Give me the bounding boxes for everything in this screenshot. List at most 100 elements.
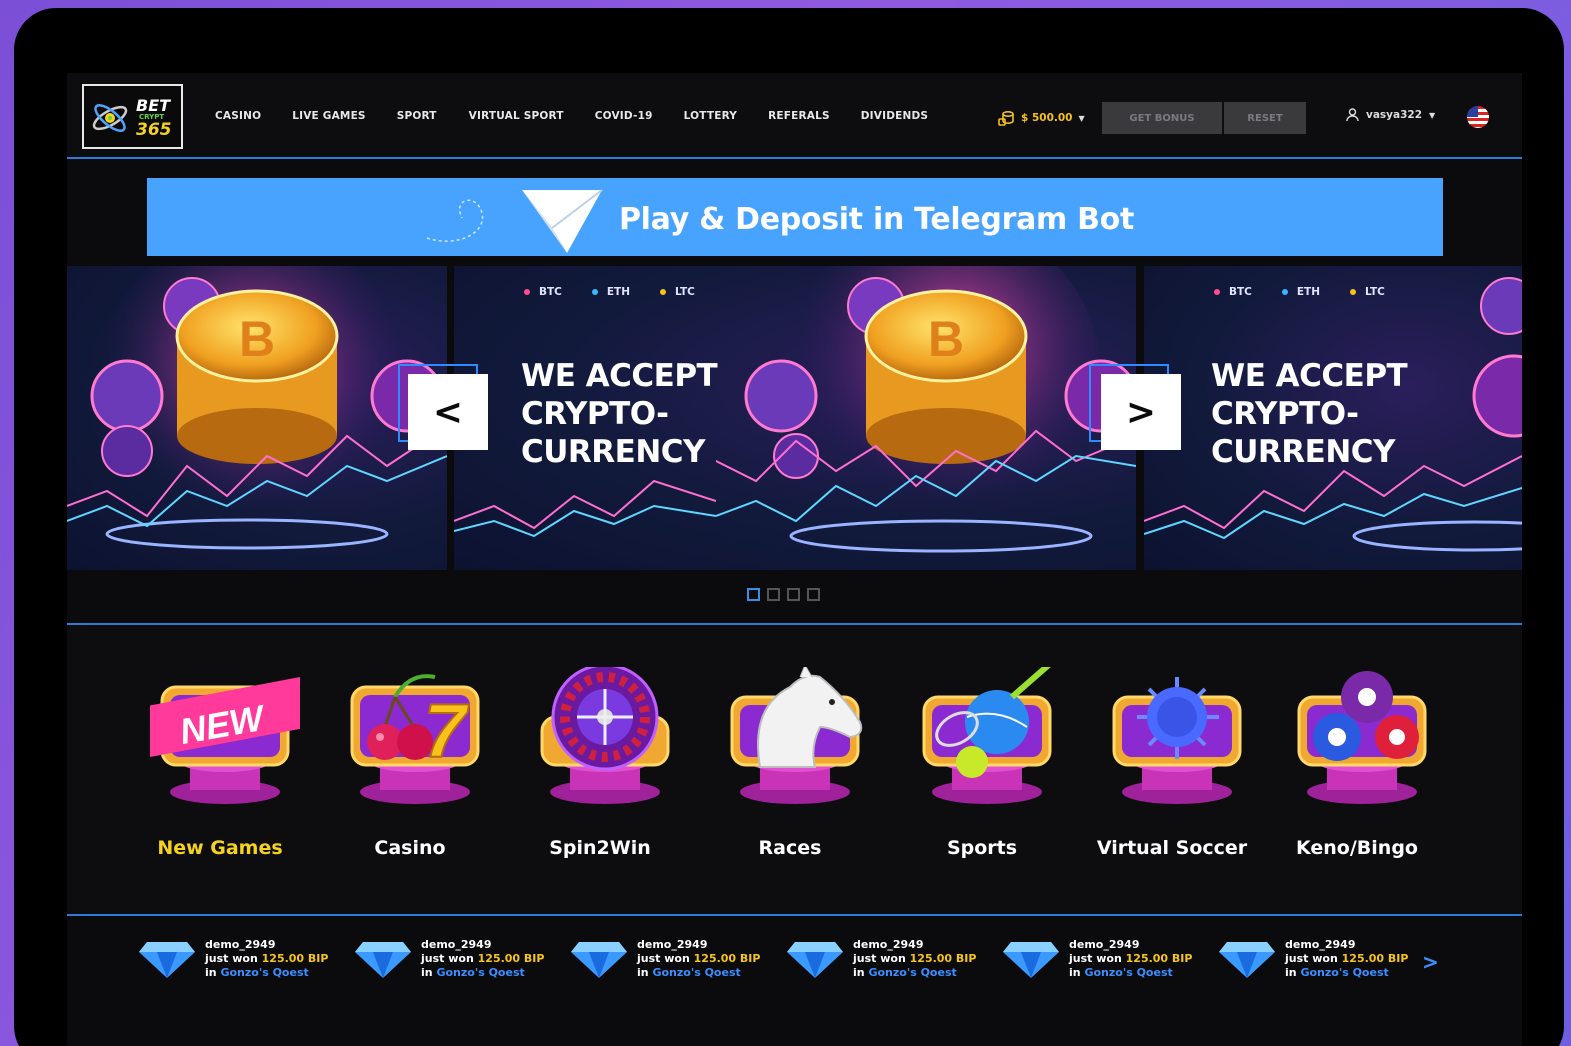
nav-casino[interactable]: CASINO: [215, 110, 261, 122]
billiard-balls-icon: [1297, 671, 1427, 804]
svg-text:7: 7: [424, 689, 470, 774]
category-virtual-soccer[interactable]: Virtual Soccer: [1087, 667, 1257, 887]
winner-item[interactable]: demo_2949 just won 125.00 BIP in Gonzo's…: [1003, 938, 1192, 980]
new-badge-icon: NEW: [150, 677, 300, 804]
carousel-dot-3[interactable]: [787, 588, 800, 601]
category-label: Casino: [374, 837, 446, 859]
telegram-banner[interactable]: Play & Deposit in Telegram Bot: [147, 178, 1443, 256]
user-icon: [1346, 108, 1359, 122]
username: vasya322: [1366, 109, 1423, 121]
winner-text: demo_2949 just won 125.00 BIP in Gonzo's…: [1069, 938, 1192, 980]
winner-in: in: [421, 966, 433, 979]
winner-item[interactable]: demo_2949 just won 125.00 BIP in Gonzo's…: [1219, 938, 1408, 980]
diamond-icon: [1219, 942, 1275, 978]
carousel-slide-next[interactable]: BTC ETH LTC WE ACCEPT CRYPTO- CURRENCY: [1144, 266, 1522, 570]
category-label: Virtual Soccer: [1096, 837, 1248, 859]
winner-item[interactable]: demo_2949 just won 125.00 BIP in Gonzo's…: [355, 938, 544, 980]
user-menu[interactable]: vasya322 ▼: [1346, 108, 1435, 122]
nav-referals[interactable]: REFERALS: [768, 110, 830, 122]
category-keno-bingo[interactable]: Keno/Bingo: [1272, 667, 1442, 887]
winner-text: demo_2949 just won 125.00 BIP in Gonzo's…: [1285, 938, 1408, 980]
ticker-next-button[interactable]: >: [1422, 950, 1439, 974]
winner-text: demo_2949 just won 125.00 BIP in Gonzo's…: [421, 938, 544, 980]
carousel-slide-active[interactable]: BTC ETH LTC WE ACCEPT CRYPTO- CURRENCY B: [454, 266, 1136, 570]
winner-user: demo_2949: [1069, 938, 1140, 951]
carousel-next-button[interactable]: >: [1101, 374, 1181, 450]
category-label: New Games: [157, 837, 283, 859]
roulette-icon: [540, 667, 670, 804]
winner-amount: 125.00 BIP: [693, 952, 761, 965]
winner-in: in: [1285, 966, 1297, 979]
winner-game[interactable]: Gonzo's Qoest: [652, 966, 740, 979]
category-label: Races: [758, 837, 822, 859]
nav-live-games[interactable]: LIVE GAMES: [292, 110, 365, 122]
winner-item[interactable]: demo_2949 just won 125.00 BIP in Gonzo's…: [787, 938, 976, 980]
paper-plane-icon: [426, 189, 603, 253]
promo-carousel: B BTC ETH LTC WE ACCEPT CRYPTO- CURRENCY: [67, 266, 1522, 570]
nav-dividends[interactable]: DIVIDENDS: [861, 110, 928, 122]
winner-text: demo_2949 just won 125.00 BIP in Gonzo's…: [637, 938, 760, 980]
horse-icon: [730, 667, 863, 804]
carousel-dot-4[interactable]: [807, 588, 820, 601]
category-sports[interactable]: Sports: [897, 667, 1067, 887]
winner-prefix: just won: [205, 952, 258, 965]
svg-text:B: B: [239, 311, 275, 367]
winner-user: demo_2949: [205, 938, 276, 951]
device-frame: BET CRYPT 365 CASINO LIVE GAMES SPORT VI…: [14, 8, 1564, 1046]
balance-selector[interactable]: $ 500.00 ▼: [997, 109, 1085, 127]
winner-text: demo_2949 just won 125.00 BIP in Gonzo's…: [205, 938, 328, 980]
carousel-slide-prev[interactable]: B: [67, 266, 447, 570]
chevron-down-icon: ▼: [1429, 110, 1436, 120]
winner-prefix: just won: [1069, 952, 1122, 965]
get-bonus-button[interactable]: GET BONUS: [1102, 102, 1222, 134]
category-spin2win[interactable]: Spin2Win: [515, 667, 685, 887]
winner-amount: 125.00 BIP: [1341, 952, 1409, 965]
winner-text: demo_2949 just won 125.00 BIP in Gonzo's…: [853, 938, 976, 980]
us-flag-icon[interactable]: [1467, 106, 1489, 128]
balance-amount: $ 500.00: [1021, 112, 1073, 124]
winner-user: demo_2949: [637, 938, 708, 951]
main-nav: CASINO LIVE GAMES SPORT VIRTUAL SPORT CO…: [215, 110, 928, 122]
top-header: BET CRYPT 365 CASINO LIVE GAMES SPORT VI…: [67, 73, 1522, 159]
nav-virtual-sport[interactable]: VIRTUAL SPORT: [469, 110, 564, 122]
chart-lines-decoration: [1144, 277, 1522, 552]
carousel-dot-2[interactable]: [767, 588, 780, 601]
winner-game[interactable]: Gonzo's Qoest: [1084, 966, 1172, 979]
category-casino[interactable]: 7 Casino: [325, 667, 495, 887]
winner-prefix: just won: [853, 952, 906, 965]
winner-game[interactable]: Gonzo's Qoest: [868, 966, 956, 979]
carousel-dot-1[interactable]: [747, 588, 760, 601]
winner-in: in: [637, 966, 649, 979]
logo[interactable]: BET CRYPT 365: [82, 84, 183, 149]
category-label: Sports: [946, 837, 1018, 859]
category-label: Keno/Bingo: [1296, 837, 1418, 859]
winner-in: in: [205, 966, 217, 979]
chart-lines-decoration: [454, 479, 716, 538]
reset-button[interactable]: RESET: [1224, 102, 1306, 134]
diamond-icon: [787, 942, 843, 978]
winner-amount: 125.00 BIP: [477, 952, 545, 965]
carousel-pagination: [747, 588, 820, 601]
nav-covid-19[interactable]: COVID-19: [595, 110, 653, 122]
casino-page: BET CRYPT 365 CASINO LIVE GAMES SPORT VI…: [67, 73, 1522, 1046]
winner-prefix: just won: [637, 952, 690, 965]
bitcoin-coin-illustration: B: [716, 266, 1136, 553]
winners-ticker: demo_2949 just won 125.00 BIP in Gonzo's…: [67, 916, 1522, 1046]
winner-item[interactable]: demo_2949 just won 125.00 BIP in Gonzo's…: [571, 938, 760, 980]
winner-game[interactable]: Gonzo's Qoest: [436, 966, 524, 979]
category-new-games[interactable]: NEW New Games: [135, 667, 305, 887]
virus-icon: [1112, 677, 1242, 804]
section-divider: [67, 623, 1522, 625]
nav-lottery[interactable]: LOTTERY: [684, 110, 738, 122]
winner-game[interactable]: Gonzo's Qoest: [220, 966, 308, 979]
winner-user: demo_2949: [853, 938, 924, 951]
winner-game[interactable]: Gonzo's Qoest: [1300, 966, 1388, 979]
diamond-icon: [1003, 942, 1059, 978]
carousel-prev-button[interactable]: <: [408, 374, 488, 450]
winner-item[interactable]: demo_2949 just won 125.00 BIP in Gonzo's…: [139, 938, 328, 980]
category-label: Spin2Win: [549, 837, 651, 859]
category-races[interactable]: Races: [705, 667, 875, 887]
nav-sport[interactable]: SPORT: [397, 110, 437, 122]
svg-text:B: B: [928, 311, 964, 367]
bitcoin-coin-illustration: B: [67, 266, 447, 550]
